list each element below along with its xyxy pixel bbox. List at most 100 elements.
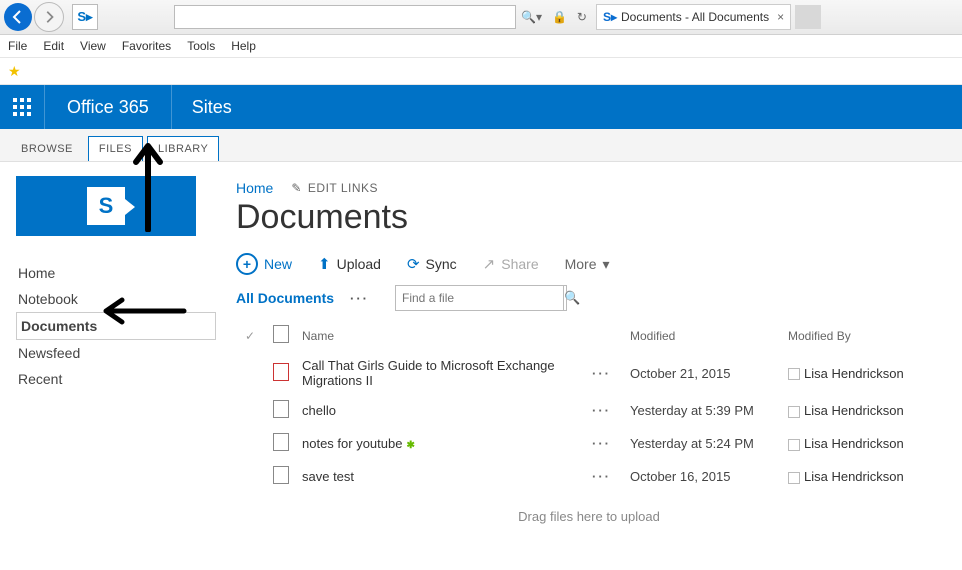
more-button[interactable]: More ▾ bbox=[565, 256, 610, 273]
view-menu-button[interactable]: ··· bbox=[350, 291, 369, 306]
row-modified: October 16, 2015 bbox=[626, 460, 784, 493]
menu-tools[interactable]: Tools bbox=[187, 39, 215, 53]
row-modified: October 21, 2015 bbox=[626, 352, 784, 394]
address-bar-controls: 🔍▾ 🔒 ↻ bbox=[518, 10, 590, 24]
search-icon[interactable]: 🔍 bbox=[563, 286, 580, 310]
main-content: Home ✎ EDIT LINKS Documents + New ⬆ Uplo… bbox=[216, 162, 962, 540]
new-badge-icon: ✱ bbox=[406, 440, 414, 451]
suite-sites[interactable]: Sites bbox=[172, 97, 252, 118]
share-button[interactable]: ↗ Share bbox=[483, 255, 539, 273]
menu-help[interactable]: Help bbox=[231, 39, 256, 53]
sync-label: Sync bbox=[426, 256, 457, 272]
upload-button[interactable]: ⬆ Upload bbox=[318, 255, 381, 273]
browser-tab[interactable]: S▸ Documents - All Documents × bbox=[596, 4, 791, 30]
presence-icon bbox=[788, 406, 800, 418]
new-button[interactable]: + New bbox=[236, 253, 292, 275]
page-title: Documents bbox=[236, 198, 942, 237]
row-type-icon bbox=[264, 394, 298, 427]
app-launcher-button[interactable] bbox=[0, 85, 45, 129]
edit-links-button[interactable]: ✎ EDIT LINKS bbox=[291, 181, 378, 195]
breadcrumb-home[interactable]: Home bbox=[236, 180, 273, 196]
row-select[interactable] bbox=[236, 352, 264, 394]
row-menu-button[interactable]: ··· bbox=[588, 460, 626, 493]
drag-files-hint: Drag files here to upload bbox=[236, 493, 942, 540]
left-column: S HomeNotebookDocumentsNewsfeedRecent bbox=[0, 162, 216, 540]
favorite-star-icon[interactable]: ★ bbox=[8, 63, 21, 80]
row-name[interactable]: notes for youtube✱ bbox=[298, 427, 588, 460]
browser-toolbar: S▸ 🔍▾ 🔒 ↻ S▸ Documents - All Documents × bbox=[0, 0, 962, 35]
table-row[interactable]: chello···Yesterday at 5:39 PMLisa Hendri… bbox=[236, 394, 942, 427]
presence-icon bbox=[788, 368, 800, 380]
menu-file[interactable]: File bbox=[8, 39, 27, 53]
plus-circle-icon: + bbox=[236, 253, 258, 275]
presence-icon bbox=[788, 472, 800, 484]
row-select[interactable] bbox=[236, 394, 264, 427]
annotation-arrow-down bbox=[128, 132, 168, 232]
upload-icon: ⬆ bbox=[318, 255, 331, 273]
row-type-icon bbox=[264, 460, 298, 493]
row-menu-button[interactable]: ··· bbox=[588, 352, 626, 394]
browser-menu-bar: File Edit View Favorites Tools Help bbox=[0, 35, 962, 58]
table-row[interactable]: Call That Girls Guide to Microsoft Excha… bbox=[236, 352, 942, 394]
nav-item-recent[interactable]: Recent bbox=[16, 366, 216, 392]
sharepoint-logo-icon: S bbox=[87, 187, 125, 225]
row-select[interactable] bbox=[236, 427, 264, 460]
row-name[interactable]: chello bbox=[298, 394, 588, 427]
col-modified-by[interactable]: Modified By bbox=[784, 319, 942, 352]
row-name[interactable]: save test bbox=[298, 460, 588, 493]
suite-bar: Office 365 Sites bbox=[0, 85, 962, 129]
upload-label: Upload bbox=[337, 256, 381, 272]
refresh-icon[interactable]: ↻ bbox=[574, 10, 590, 24]
annotation-arrow-left bbox=[100, 296, 190, 326]
current-view-name[interactable]: All Documents bbox=[236, 290, 334, 306]
row-menu-button[interactable]: ··· bbox=[588, 394, 626, 427]
type-header[interactable] bbox=[264, 319, 298, 352]
site-logo[interactable]: S bbox=[16, 176, 196, 236]
onenote-icon bbox=[273, 400, 289, 418]
find-file-box: 🔍 bbox=[395, 285, 567, 311]
pencil-icon: ✎ bbox=[291, 181, 302, 195]
menu-favorites[interactable]: Favorites bbox=[122, 39, 171, 53]
menu-view[interactable]: View bbox=[80, 39, 106, 53]
breadcrumb: Home ✎ EDIT LINKS bbox=[236, 180, 942, 196]
row-menu-button[interactable]: ··· bbox=[588, 427, 626, 460]
nav-item-home[interactable]: Home bbox=[16, 260, 216, 286]
security-lock-icon[interactable]: 🔒 bbox=[549, 10, 570, 24]
col-name[interactable]: Name bbox=[298, 319, 588, 352]
row-name[interactable]: Call That Girls Guide to Microsoft Excha… bbox=[298, 352, 588, 394]
select-all-header[interactable]: ✓ bbox=[236, 319, 264, 352]
col-modified[interactable]: Modified bbox=[626, 319, 784, 352]
sharepoint-tab-icon: S▸ bbox=[603, 10, 617, 24]
menu-edit[interactable]: Edit bbox=[43, 39, 64, 53]
row-modified-by[interactable]: Lisa Hendrickson bbox=[784, 352, 942, 394]
sync-button[interactable]: ⟳ Sync bbox=[407, 255, 457, 273]
more-label: More bbox=[565, 256, 597, 272]
row-modified-by[interactable]: Lisa Hendrickson bbox=[784, 394, 942, 427]
row-modified: Yesterday at 5:24 PM bbox=[626, 427, 784, 460]
edit-links-label: EDIT LINKS bbox=[308, 181, 378, 195]
file-type-icon bbox=[273, 325, 289, 343]
row-modified-by[interactable]: Lisa Hendrickson bbox=[784, 460, 942, 493]
close-tab-icon[interactable]: × bbox=[777, 10, 784, 24]
presence-icon bbox=[788, 439, 800, 451]
ribbon-tab-browse[interactable]: BROWSE bbox=[10, 136, 84, 161]
row-type-icon bbox=[264, 427, 298, 460]
nav-item-newsfeed[interactable]: Newsfeed bbox=[16, 340, 216, 366]
search-dropdown-icon[interactable]: 🔍▾ bbox=[518, 10, 545, 24]
chevron-down-icon: ▾ bbox=[603, 256, 610, 273]
back-button[interactable] bbox=[4, 3, 32, 31]
row-select[interactable] bbox=[236, 460, 264, 493]
onenote-icon bbox=[273, 466, 289, 484]
quick-launch-nav: HomeNotebookDocumentsNewsfeedRecent bbox=[16, 260, 216, 392]
find-file-input[interactable] bbox=[396, 291, 563, 305]
row-modified-by[interactable]: Lisa Hendrickson bbox=[784, 427, 942, 460]
forward-button[interactable] bbox=[34, 2, 64, 32]
share-icon: ↗ bbox=[483, 255, 496, 273]
table-row[interactable]: notes for youtube✱···Yesterday at 5:24 P… bbox=[236, 427, 942, 460]
list-toolbar: + New ⬆ Upload ⟳ Sync ↗ Share More ▾ bbox=[236, 253, 942, 275]
table-row[interactable]: save test···October 16, 2015Lisa Hendric… bbox=[236, 460, 942, 493]
documents-table: ✓ Name Modified Modified By Call That Gi… bbox=[236, 319, 942, 493]
suite-brand[interactable]: Office 365 bbox=[45, 85, 172, 129]
address-bar[interactable] bbox=[174, 5, 516, 29]
new-tab-button[interactable] bbox=[795, 5, 821, 29]
